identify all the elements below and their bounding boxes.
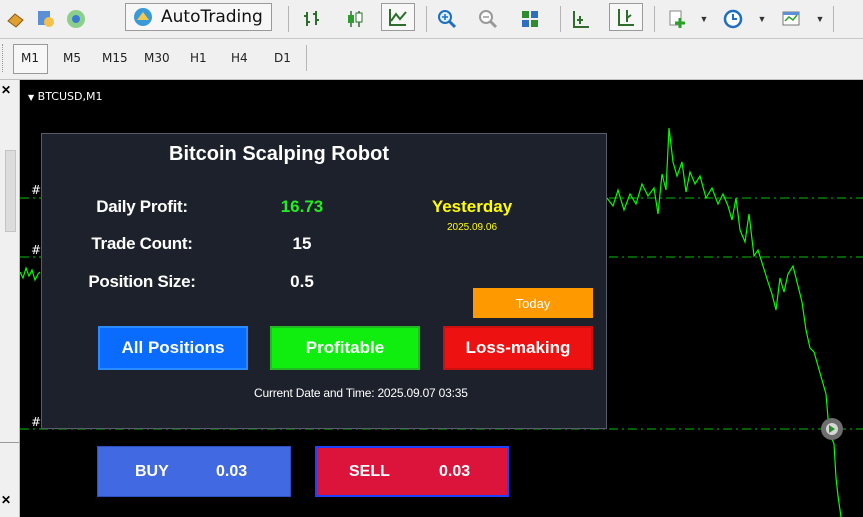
autotrading-label: AutoTrading xyxy=(161,7,263,27)
buy-label: BUY xyxy=(135,462,169,480)
price-line xyxy=(606,127,842,517)
timeframe-m1[interactable]: M1 xyxy=(21,51,39,65)
toolbar-separator xyxy=(560,6,561,32)
level-marker: # xyxy=(31,243,41,257)
main-toolbar: AutoTrading ▼ ▼ ▼ xyxy=(0,0,863,39)
user-icon[interactable] xyxy=(34,7,58,31)
level-marker: # xyxy=(31,183,41,197)
daily-profit-value: 16.73 xyxy=(280,197,324,216)
chart-symbol-text: BTCUSD,M1 xyxy=(37,90,103,103)
yesterday-date: 2025.09.06 xyxy=(446,222,498,233)
toolbar-separator xyxy=(306,45,307,71)
templates-icon[interactable] xyxy=(779,7,803,31)
loss-making-button[interactable]: Loss-making xyxy=(443,326,593,370)
chart-symbol-label[interactable]: ▼ BTCUSD,M1 xyxy=(28,90,102,103)
chart-shift-icon[interactable] xyxy=(569,7,593,31)
divider xyxy=(0,442,19,443)
yesterday-label: Yesterday xyxy=(431,197,513,216)
toolbar-separator xyxy=(426,6,427,32)
current-datetime: Current Date and Time: 2025.09.07 03:35 xyxy=(254,386,468,400)
level-marker: # xyxy=(31,415,41,429)
trade-count-value: 15 xyxy=(292,234,312,253)
toolbar-separator xyxy=(833,6,834,32)
timeframe-m5[interactable]: M5 xyxy=(63,51,81,65)
line-chart-button[interactable] xyxy=(381,3,415,31)
toolbar-separator xyxy=(288,6,289,32)
zoom-out-icon[interactable] xyxy=(476,7,500,31)
scrollbar[interactable] xyxy=(5,150,16,232)
all-positions-button[interactable]: All Positions xyxy=(98,326,248,370)
tile-windows-icon[interactable] xyxy=(518,7,542,31)
sell-button[interactable]: SELL 0.03 xyxy=(315,446,509,497)
chevron-down-icon: ▼ xyxy=(28,93,35,102)
signal-icon[interactable] xyxy=(64,7,88,31)
line-chart-icon xyxy=(387,6,409,28)
autotrading-button[interactable]: AutoTrading xyxy=(125,3,272,31)
chevron-down-icon[interactable]: ▼ xyxy=(808,7,832,31)
position-size-label: Position Size: xyxy=(88,272,196,291)
timeframe-h1[interactable]: H1 xyxy=(190,51,207,65)
pencil-icon[interactable] xyxy=(4,7,28,31)
zoom-in-icon[interactable] xyxy=(435,7,459,31)
candlestick-icon[interactable] xyxy=(343,7,367,31)
close-icon[interactable]: ✕ xyxy=(1,493,11,507)
buy-lot: 0.03 xyxy=(216,462,248,480)
profitable-button[interactable]: Profitable xyxy=(270,326,420,370)
indicators-icon[interactable] xyxy=(666,7,690,31)
toolbar-separator xyxy=(654,6,655,32)
periods-icon[interactable] xyxy=(721,7,745,31)
navigator-panel-edge: ✕ ✕ xyxy=(0,80,20,517)
position-size-value: 0.5 xyxy=(290,272,314,291)
robot-panel: Bitcoin Scalping Robot Daily Profit: 16.… xyxy=(41,133,607,429)
close-icon[interactable]: ✕ xyxy=(1,83,11,97)
buy-button[interactable]: BUY 0.03 xyxy=(97,446,291,497)
timeframe-m30[interactable]: M30 xyxy=(144,51,170,65)
chevron-down-icon[interactable]: ▼ xyxy=(750,7,774,31)
trade-count-label: Trade Count: xyxy=(91,234,193,253)
timeframes-toolbar: M1 M5 M15 M30 H1 H4 D1 xyxy=(0,39,863,80)
today-button[interactable]: Today xyxy=(473,288,593,318)
panel-title: Bitcoin Scalping Robot xyxy=(169,143,389,165)
timeframe-m15[interactable]: M15 xyxy=(102,51,128,65)
autoscroll-button[interactable] xyxy=(609,3,643,31)
sell-label: SELL xyxy=(349,462,390,480)
bar-chart-icon[interactable] xyxy=(300,7,324,31)
daily-profit-label: Daily Profit: xyxy=(96,197,188,216)
autoscroll-icon xyxy=(615,6,637,28)
price-line xyxy=(20,266,41,282)
timeframe-h4[interactable]: H4 xyxy=(231,51,248,65)
toolbar-grip xyxy=(2,44,6,72)
timeframe-d1[interactable]: D1 xyxy=(274,51,291,65)
chevron-down-icon[interactable]: ▼ xyxy=(692,7,716,31)
autotrading-icon xyxy=(131,6,155,28)
sell-lot: 0.03 xyxy=(439,462,471,480)
price-marker[interactable] xyxy=(821,418,843,440)
